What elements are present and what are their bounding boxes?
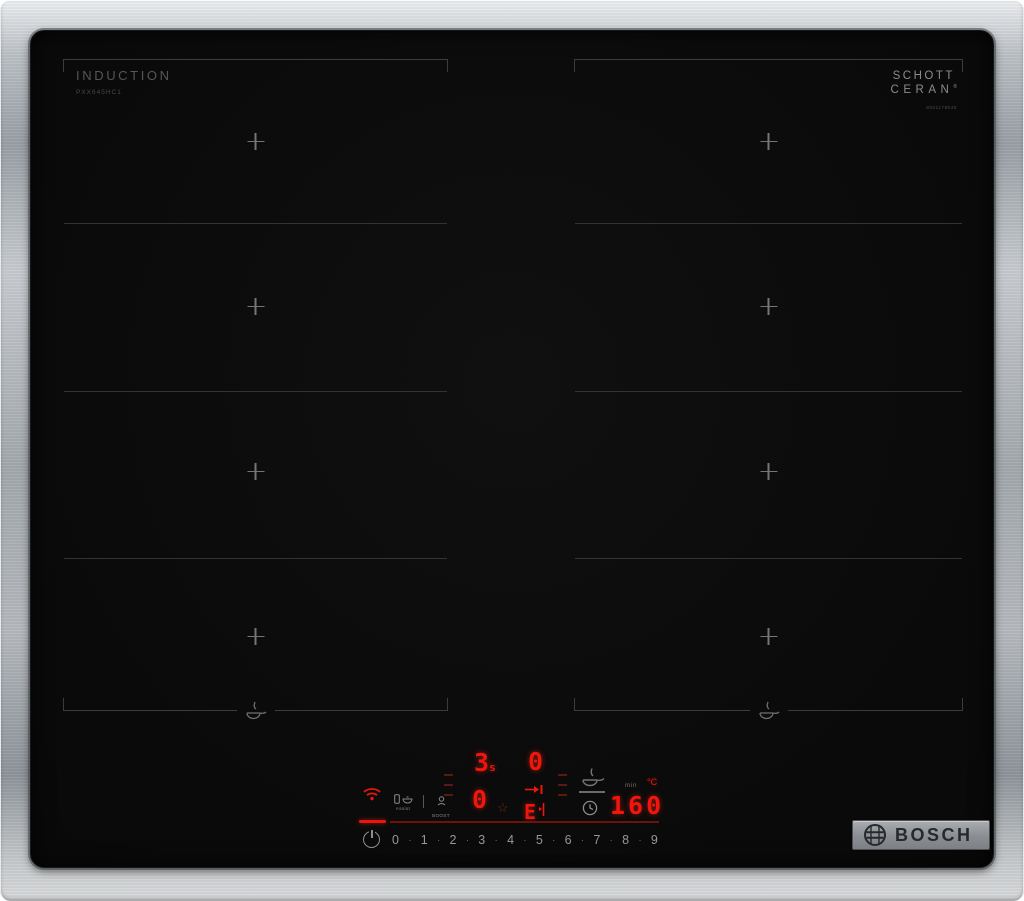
level-9[interactable]: 9 xyxy=(651,833,658,847)
assist-label: Assist xyxy=(395,806,411,811)
timer-display: 3s xyxy=(474,748,496,777)
minutes-label: min xyxy=(625,782,637,789)
boost-label: BOOST xyxy=(432,813,450,818)
frying-pan-steam-icon xyxy=(236,701,275,721)
level-separator: · xyxy=(609,834,613,846)
flex-zone-left xyxy=(63,59,448,721)
level-separator: · xyxy=(465,834,470,846)
level-separator: · xyxy=(523,834,527,846)
level-0[interactable]: 0 xyxy=(392,833,399,847)
zone-separator xyxy=(64,223,447,224)
bosch-armature-icon xyxy=(864,824,886,846)
zone-power-display-bottom: 0 xyxy=(472,785,488,814)
plus-marker xyxy=(760,133,777,150)
slider-active-segment xyxy=(359,820,386,823)
zone-level-indicator-right xyxy=(558,774,568,804)
level-3[interactable]: 3 xyxy=(478,833,485,847)
level-separator: · xyxy=(638,834,642,846)
level-separator: · xyxy=(494,834,498,846)
move-level-display: E xyxy=(524,800,537,824)
plus-marker xyxy=(760,298,777,315)
plus-marker xyxy=(247,133,264,150)
zone-separator xyxy=(575,223,962,224)
level-6[interactable]: 6 xyxy=(565,833,572,847)
move-zone-indicator: E xyxy=(524,782,554,822)
frying-sensor-key[interactable] xyxy=(579,767,606,788)
zone-separator xyxy=(64,558,447,559)
level-separator: · xyxy=(552,834,556,846)
bosch-badge: BOSCH xyxy=(852,820,990,850)
level-4[interactable]: 4 xyxy=(507,833,514,847)
power-level-scale[interactable]: 0 · 1 · 2 · 3 · 4 · 5 · 6 · 7 · 8 · 9 xyxy=(392,833,658,847)
level-separator: · xyxy=(580,834,585,846)
level-marker-icon xyxy=(539,803,545,816)
zone-separator xyxy=(575,558,962,559)
zone-power-display-top: 0 xyxy=(528,747,544,776)
celsius-label: °C xyxy=(647,777,658,787)
frying-pan-steam-icon xyxy=(749,701,788,721)
zone-bracket-top xyxy=(63,59,448,72)
key-divider xyxy=(423,795,424,808)
timer-clock-icon[interactable] xyxy=(582,800,598,816)
stainless-frame: INDUCTION PXX645HC1 SCHOTT CERAN® 900117… xyxy=(0,0,1024,901)
favorite-key[interactable]: ☆ xyxy=(497,801,509,814)
glass-ceramic-surface: INDUCTION PXX645HC1 SCHOTT CERAN® 900117… xyxy=(30,30,994,868)
plus-marker xyxy=(247,463,264,480)
sensor-divider-line xyxy=(579,791,605,793)
level-8[interactable]: 8 xyxy=(622,833,629,847)
level-7[interactable]: 7 xyxy=(593,833,600,847)
zone-level-indicator-left xyxy=(444,774,454,804)
bosch-logo-text: BOSCH xyxy=(895,824,973,845)
pot-icon xyxy=(401,796,413,804)
plus-marker xyxy=(760,463,777,480)
level-separator: · xyxy=(436,834,441,846)
zone-separator xyxy=(64,391,447,392)
power-button[interactable] xyxy=(363,831,380,848)
level-separator: · xyxy=(408,834,412,846)
zone-bracket-top xyxy=(574,59,963,72)
level-5[interactable]: 5 xyxy=(536,833,543,847)
level-1[interactable]: 1 xyxy=(421,833,428,847)
plus-marker xyxy=(247,628,264,645)
phone-icon xyxy=(393,794,400,804)
plus-marker xyxy=(760,628,777,645)
slider-track-line xyxy=(390,821,659,823)
zone-separator xyxy=(575,391,962,392)
level-2[interactable]: 2 xyxy=(450,833,457,847)
home-connect-wifi-icon[interactable] xyxy=(362,786,382,801)
plus-marker xyxy=(247,298,264,315)
move-arrow-icon xyxy=(525,785,543,794)
cooktop-photo: INDUCTION PXX645HC1 SCHOTT CERAN® 900117… xyxy=(0,0,1024,901)
temperature-display: 160 xyxy=(610,791,665,820)
flex-zone-right xyxy=(574,59,963,721)
assist-key[interactable]: Assist xyxy=(387,793,419,811)
